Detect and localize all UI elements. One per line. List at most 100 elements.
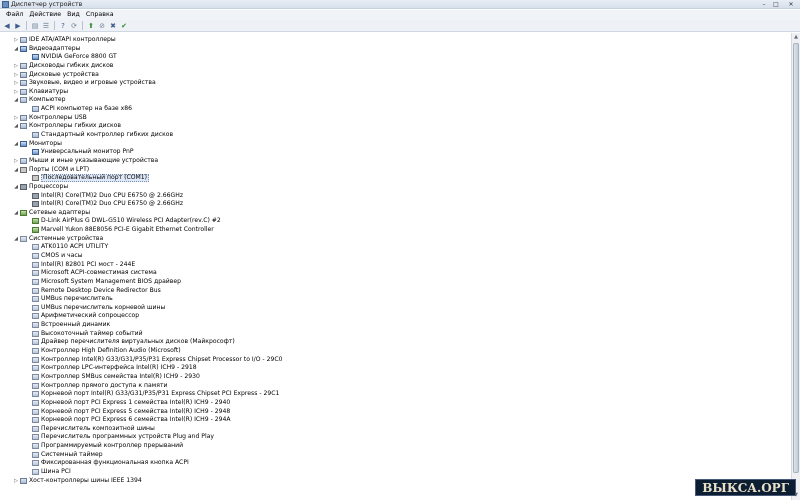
tree-category[interactable]: ▷ IDE ATA/ATAPI контроллеры <box>13 36 116 44</box>
tree-device[interactable]: Intel(R) Core(TM)2 Duo CPU E6750 @ 2.66G… <box>25 200 183 208</box>
tree-device[interactable]: Встроенный динамик <box>25 321 110 329</box>
menu-view[interactable]: Вид <box>64 10 83 20</box>
display-adapter-icon <box>32 54 39 61</box>
tree-device[interactable]: Remote Desktop Device Redirector Bus <box>25 287 161 295</box>
system-device-icon <box>32 356 39 363</box>
tree-device[interactable]: Контроллер High Definition Audio (Micros… <box>25 347 181 355</box>
expanded-triangle-icon[interactable]: ◢ <box>13 122 19 130</box>
tree-device[interactable]: Контроллер прямого доступа к памяти <box>25 382 167 390</box>
tree-device[interactable]: Контроллер SMBus семейства Intel(R) ICH9… <box>25 373 200 381</box>
tree-device[interactable]: ATK0110 ACPI UTILITY <box>25 243 108 251</box>
tree-category[interactable]: ▷ Дисководы гибких дисков <box>13 62 113 70</box>
tree-device[interactable]: Intel(R) Core(TM)2 Duo CPU E6750 @ 2.66G… <box>25 192 183 200</box>
tree-device[interactable]: Корневой порт PCI Express 1 семейства In… <box>25 399 230 407</box>
expanded-triangle-icon[interactable]: ◢ <box>13 96 19 104</box>
tree-category[interactable]: ▷ Дисковые устройства <box>13 71 99 79</box>
tree-device[interactable]: UMBus перечислитель <box>25 295 113 303</box>
mouse-icon <box>20 157 27 164</box>
tree-device[interactable]: D-Link AirPlus G DWL-G510 Wireless PCI A… <box>25 217 221 225</box>
tree-device[interactable]: Фиксированная функциональная кнопка ACPI <box>25 459 189 467</box>
menu-file[interactable]: Файл <box>3 10 26 20</box>
menu-help[interactable]: Справка <box>83 10 117 20</box>
tree-device[interactable]: Microsoft ACPI-совместимая система <box>25 269 157 277</box>
collapsed-triangle-icon[interactable]: ▷ <box>13 62 19 70</box>
update-driver-icon[interactable]: ⬆ <box>86 21 96 31</box>
tree-category[interactable]: ◢ Порты (COM и LPT) <box>13 166 89 174</box>
tree-category[interactable]: ◢ Процессоры <box>13 183 68 191</box>
tree-device[interactable]: Перечислитель программных устройств Plug… <box>25 433 214 441</box>
tree-device[interactable]: Программируемый контроллер прерываний <box>25 442 183 450</box>
computer-icon <box>20 97 27 104</box>
tree-device[interactable]: Арифметический сопроцессор <box>25 312 139 320</box>
properties-icon[interactable]: ▤ <box>30 21 40 31</box>
tree-device[interactable]: Универсальный монитор PnP <box>25 148 134 156</box>
tree-device[interactable]: Драйвер перечислителя виртуальных дисков… <box>25 338 235 346</box>
tree-device[interactable]: UMBus перечислитель корневой шины <box>25 304 165 312</box>
collapsed-triangle-icon[interactable]: ▷ <box>13 79 19 87</box>
disable-icon[interactable]: ⊘ <box>97 21 107 31</box>
tree-device[interactable]: ACPI компьютер на базе x86 <box>25 105 132 113</box>
tree-device[interactable]: Корневой порт PCI Express 6 семейства In… <box>25 416 231 424</box>
tree-device[interactable]: Последовательный порт (COM1) <box>25 174 150 183</box>
collapsed-triangle-icon[interactable]: ▷ <box>13 477 19 485</box>
tree-category[interactable]: ▷ Мыши и иные указывающие устройства <box>13 157 158 165</box>
collapsed-triangle-icon[interactable]: ▷ <box>13 88 19 96</box>
title-bar[interactable]: Диспетчер устройств – □ ✕ <box>0 0 800 9</box>
expanded-triangle-icon[interactable]: ◢ <box>13 45 19 53</box>
forward-arrow-icon[interactable]: ▶ <box>13 21 23 31</box>
expanded-triangle-icon[interactable]: ◢ <box>13 166 19 174</box>
tree-device[interactable]: Microsoft System Management BIOS драйвер <box>25 278 181 286</box>
tree-item-label: Контроллер Intel(R) G33/G31/P35/P31 Expr… <box>41 355 283 363</box>
expanded-triangle-icon[interactable]: ◢ <box>13 235 19 243</box>
scroll-thumb[interactable] <box>793 43 799 473</box>
tree-device[interactable]: Корневой порт Intel(R) G33/G31/P35/P31 E… <box>25 390 279 398</box>
expanded-triangle-icon[interactable]: ◢ <box>13 209 19 217</box>
tree-category[interactable]: ◢ Системные устройства <box>13 235 103 243</box>
list-icon[interactable]: ☰ <box>41 21 51 31</box>
tree-category[interactable]: ◢ Видеоадаптеры <box>13 45 80 53</box>
expanded-triangle-icon[interactable]: ◢ <box>13 183 19 191</box>
uninstall-icon[interactable]: ✖ <box>108 21 118 31</box>
system-device-icon <box>32 296 39 303</box>
collapsed-triangle-icon[interactable]: ▷ <box>13 36 19 44</box>
tree-category[interactable]: ▷ Клавиатуры <box>13 88 68 96</box>
tree-device[interactable]: Контроллер Intel(R) G33/G31/P35/P31 Expr… <box>25 356 282 364</box>
enable-icon[interactable]: ✔ <box>119 21 129 31</box>
tree-device[interactable]: Marvell Yukon 88E8056 PCI-E Gigabit Ethe… <box>25 226 214 234</box>
tree-device[interactable]: Системный таймер <box>25 451 103 459</box>
back-arrow-icon[interactable]: ◀ <box>2 21 12 31</box>
tree-device[interactable]: Шина PCI <box>25 468 71 476</box>
tree-category[interactable]: ◢ Компьютер <box>13 96 66 104</box>
vertical-scrollbar[interactable]: ▲ ▼ <box>791 33 800 500</box>
tree-device[interactable]: Перечислитель композитной шины <box>25 425 155 433</box>
help-icon[interactable]: ? <box>58 21 68 31</box>
tree-device[interactable]: Корневой порт PCI Express 5 семейства In… <box>25 408 230 416</box>
tree-category[interactable]: ◢ Сетевые адаптеры <box>13 209 90 217</box>
collapsed-triangle-icon[interactable]: ▷ <box>13 71 19 79</box>
tree-device[interactable]: Стандартный контроллер гибких дисков <box>25 131 173 139</box>
tree-category[interactable]: ▷ Хост-контроллеры шины IEEE 1394 <box>13 477 142 485</box>
system-device-icon <box>32 287 39 294</box>
collapsed-triangle-icon[interactable]: ▷ <box>13 114 19 122</box>
tree-category[interactable]: ◢ Контроллеры гибких дисков <box>13 122 121 130</box>
device-tree[interactable]: ▷ IDE ATA/ATAPI контроллеры ◢ Видеоадаптеры… <box>0 33 791 500</box>
tree-device[interactable]: NVIDIA GeForce 8800 GT <box>25 53 117 61</box>
system-device-icon <box>32 391 39 398</box>
maximize-button[interactable]: □ <box>770 0 782 9</box>
minimize-button[interactable]: – <box>758 0 770 9</box>
menu-action[interactable]: Действие <box>26 10 64 20</box>
tree-category[interactable]: ▷ Звуковые, видео и игровые устройства <box>13 79 156 87</box>
expanded-triangle-icon[interactable]: ◢ <box>13 140 19 148</box>
tree-device[interactable]: CMOS и часы <box>25 252 83 260</box>
tree-category[interactable]: ◢ Мониторы <box>13 140 62 148</box>
tree-device[interactable]: Контроллер LPC-интерфейса Intel(R) ICH9 … <box>25 364 197 372</box>
tree-device[interactable]: Высокоточный таймер событий <box>25 330 143 338</box>
tree-category[interactable]: ▷ Контроллеры USB <box>13 114 87 122</box>
scan-icon[interactable]: ⟳ <box>69 21 79 31</box>
tree-item-label: Корневой порт PCI Express 6 семейства In… <box>41 416 231 424</box>
tree-device[interactable]: Intel(R) 82801 PCI мост - 244E <box>25 261 135 269</box>
scroll-up-icon[interactable]: ▲ <box>792 33 800 42</box>
close-button[interactable]: ✕ <box>782 0 800 9</box>
collapsed-triangle-icon[interactable]: ▷ <box>13 157 19 165</box>
